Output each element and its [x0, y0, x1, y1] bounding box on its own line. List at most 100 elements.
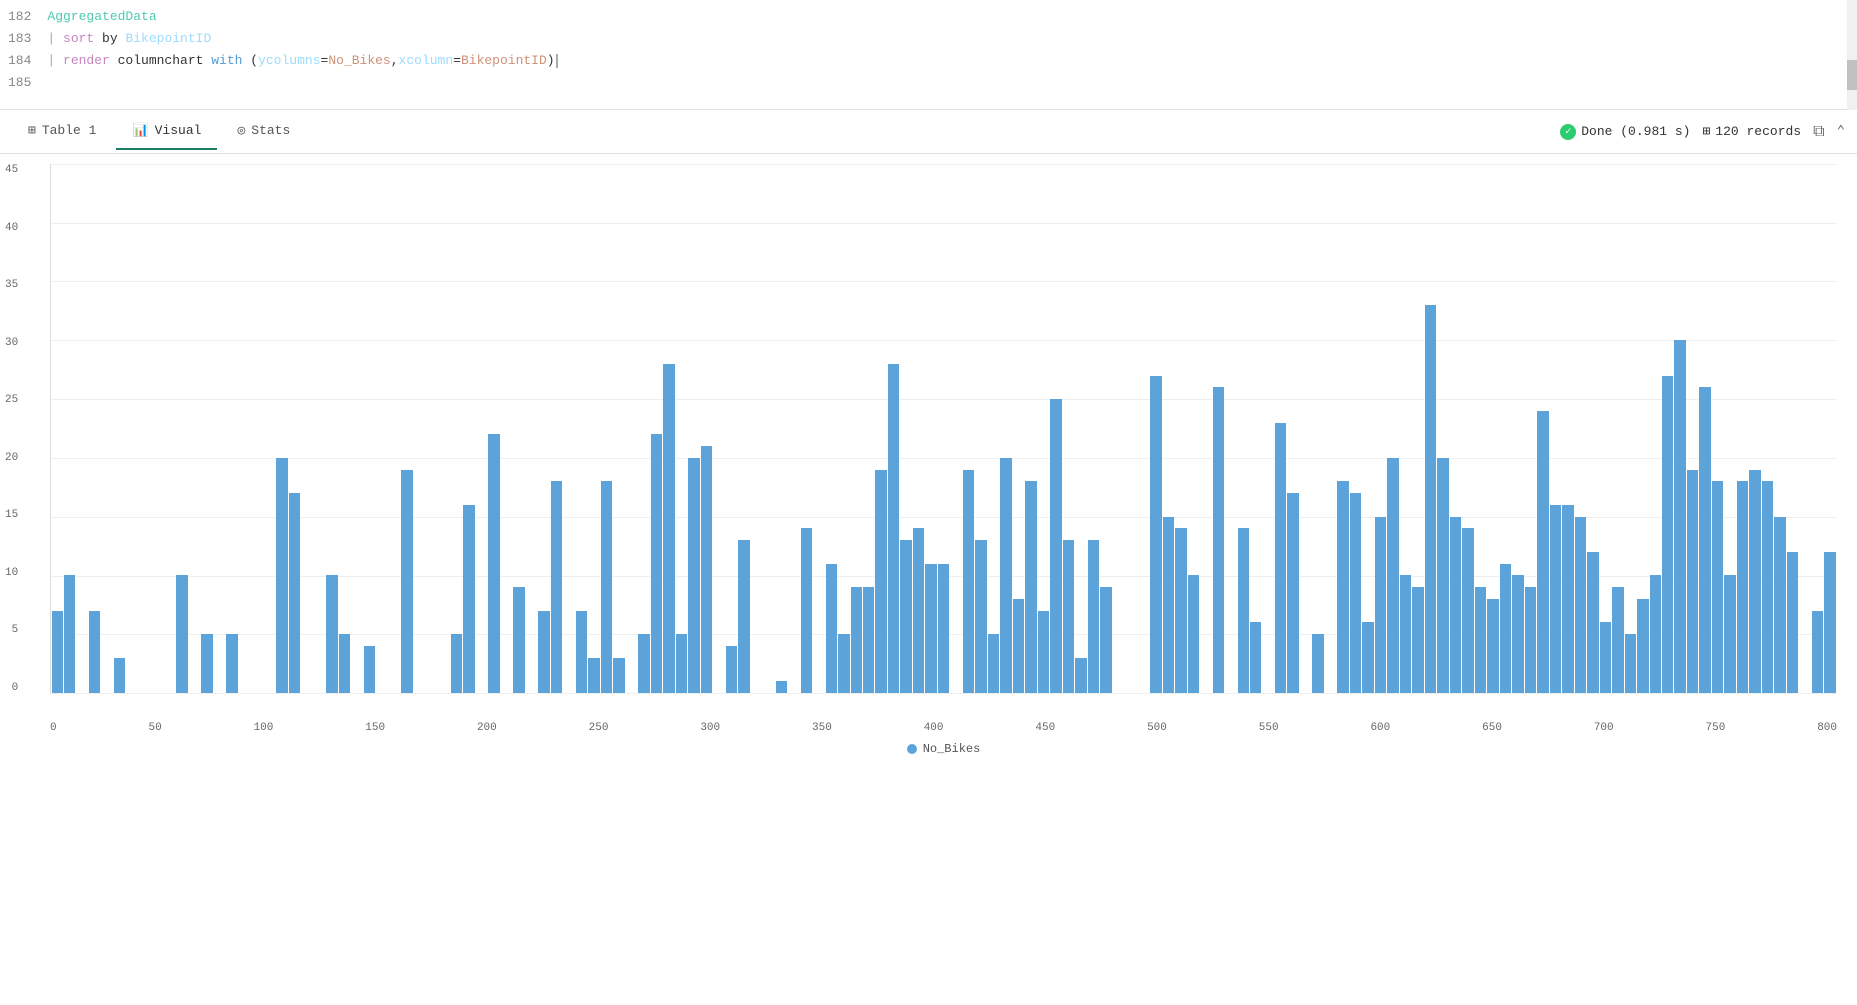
chart-legend: No_Bikes [50, 742, 1837, 756]
x-label-450: 450 [1035, 722, 1055, 734]
code-content-182[interactable]: AggregatedData [47, 6, 1849, 28]
bar-69 [913, 528, 924, 693]
code-line-182: 182 AggregatedData [0, 6, 1857, 28]
x-label-0: 0 [50, 722, 57, 734]
x-label-600: 600 [1370, 722, 1390, 734]
bar-130 [1674, 340, 1685, 693]
bar-131 [1687, 470, 1698, 693]
bar-0 [52, 611, 63, 693]
bar-135 [1737, 481, 1748, 693]
records-label: 120 records [1715, 124, 1801, 139]
bar-101 [1312, 634, 1323, 693]
bar-134 [1724, 575, 1735, 693]
y-label-35: 35 [5, 279, 18, 291]
bar-127 [1637, 599, 1648, 693]
tab-visual[interactable]: 📊 Visual [116, 113, 217, 150]
bar-84 [1100, 587, 1111, 693]
bar-60 [801, 528, 812, 693]
editor-scrollbar[interactable] [1847, 0, 1857, 110]
code-editor-panel: 182 AggregatedData 183 | sort by Bikepoi… [0, 0, 1857, 110]
bar-75 [988, 634, 999, 693]
bar-70 [925, 564, 936, 693]
tab-stats-label: Stats [251, 123, 290, 138]
stats-icon: ◎ [237, 123, 245, 138]
bar-67 [888, 364, 899, 693]
bar-138 [1774, 517, 1785, 693]
bar-83 [1088, 540, 1099, 693]
bar-96 [1250, 622, 1261, 693]
code-content-184[interactable]: | render columnchart with (ycolumns=No_B… [47, 50, 1849, 72]
copy-button[interactable]: ⧉ [1813, 123, 1824, 141]
code-content-185 [47, 72, 1849, 94]
tab-table1-label: Table 1 [42, 123, 97, 138]
bar-95 [1238, 528, 1249, 693]
y-label-40: 40 [5, 222, 18, 234]
bar-55 [738, 540, 749, 693]
bar-120 [1550, 505, 1561, 693]
bar-44 [601, 481, 612, 693]
bar-43 [588, 658, 599, 693]
bar-74 [975, 540, 986, 693]
bar-106 [1375, 517, 1386, 693]
bar-137 [1762, 481, 1773, 693]
bar-78 [1025, 481, 1036, 693]
bar-64 [851, 587, 862, 693]
bar-89 [1163, 517, 1174, 693]
bar-103 [1337, 481, 1348, 693]
bar-45 [613, 658, 624, 693]
x-label-700: 700 [1594, 722, 1614, 734]
bar-115 [1487, 599, 1498, 693]
bar-25 [364, 646, 375, 693]
x-label-400: 400 [924, 722, 944, 734]
bar-28 [401, 470, 412, 693]
line-number-183: 183 [8, 28, 47, 50]
bar-77 [1013, 599, 1024, 693]
chart-container: 45 40 35 30 25 20 15 10 5 0 [0, 154, 1857, 774]
x-axis-labels: 0 50 100 150 200 250 300 350 400 450 500… [50, 722, 1837, 734]
bar-10 [176, 575, 187, 693]
bar-105 [1362, 622, 1373, 693]
tab-table1[interactable]: ⊞ Table 1 [12, 113, 112, 150]
bar-114 [1475, 587, 1486, 693]
code-content-183[interactable]: | sort by BikepointID [47, 28, 1849, 50]
bar-32 [451, 634, 462, 693]
bar-52 [701, 446, 712, 693]
bar-51 [688, 458, 699, 693]
done-badge: ✓ Done (0.981 s) [1560, 124, 1690, 140]
bar-35 [488, 434, 499, 693]
bar-81 [1063, 540, 1074, 693]
bar-54 [726, 646, 737, 693]
bar-47 [638, 634, 649, 693]
editor-scrollbar-thumb[interactable] [1847, 60, 1857, 90]
x-label-750: 750 [1706, 722, 1726, 734]
bar-141 [1812, 611, 1823, 693]
bar-12 [201, 634, 212, 693]
results-area: ⊞ Table 1 📊 Visual ◎ Stats ✓ Done (0.981… [0, 110, 1857, 774]
visual-icon: 📊 [132, 123, 148, 138]
code-line-184: 184 | render columnchart with (ycolumns=… [0, 50, 1857, 72]
bar-63 [838, 634, 849, 693]
bar-3 [89, 611, 100, 693]
bar-123 [1587, 552, 1598, 693]
bar-5 [114, 658, 125, 693]
bar-118 [1525, 587, 1536, 693]
bar-79 [1038, 611, 1049, 693]
chart-plot [50, 164, 1837, 694]
y-label-30: 30 [5, 337, 18, 349]
bar-48 [651, 434, 662, 693]
bar-73 [963, 470, 974, 693]
bar-108 [1400, 575, 1411, 693]
y-label-0: 0 [5, 682, 18, 694]
done-check-icon: ✓ [1560, 124, 1576, 140]
tab-stats[interactable]: ◎ Stats [221, 113, 306, 150]
x-label-350: 350 [812, 722, 832, 734]
bar-62 [826, 564, 837, 693]
x-label-250: 250 [589, 722, 609, 734]
collapse-button[interactable]: ⌃ [1837, 123, 1845, 140]
records-badge: ⊞ 120 records [1702, 124, 1801, 139]
bar-142 [1824, 552, 1835, 693]
records-grid-icon: ⊞ [1702, 124, 1710, 139]
grid-line-0 [51, 693, 1837, 694]
bar-107 [1387, 458, 1398, 693]
bar-133 [1712, 481, 1723, 693]
